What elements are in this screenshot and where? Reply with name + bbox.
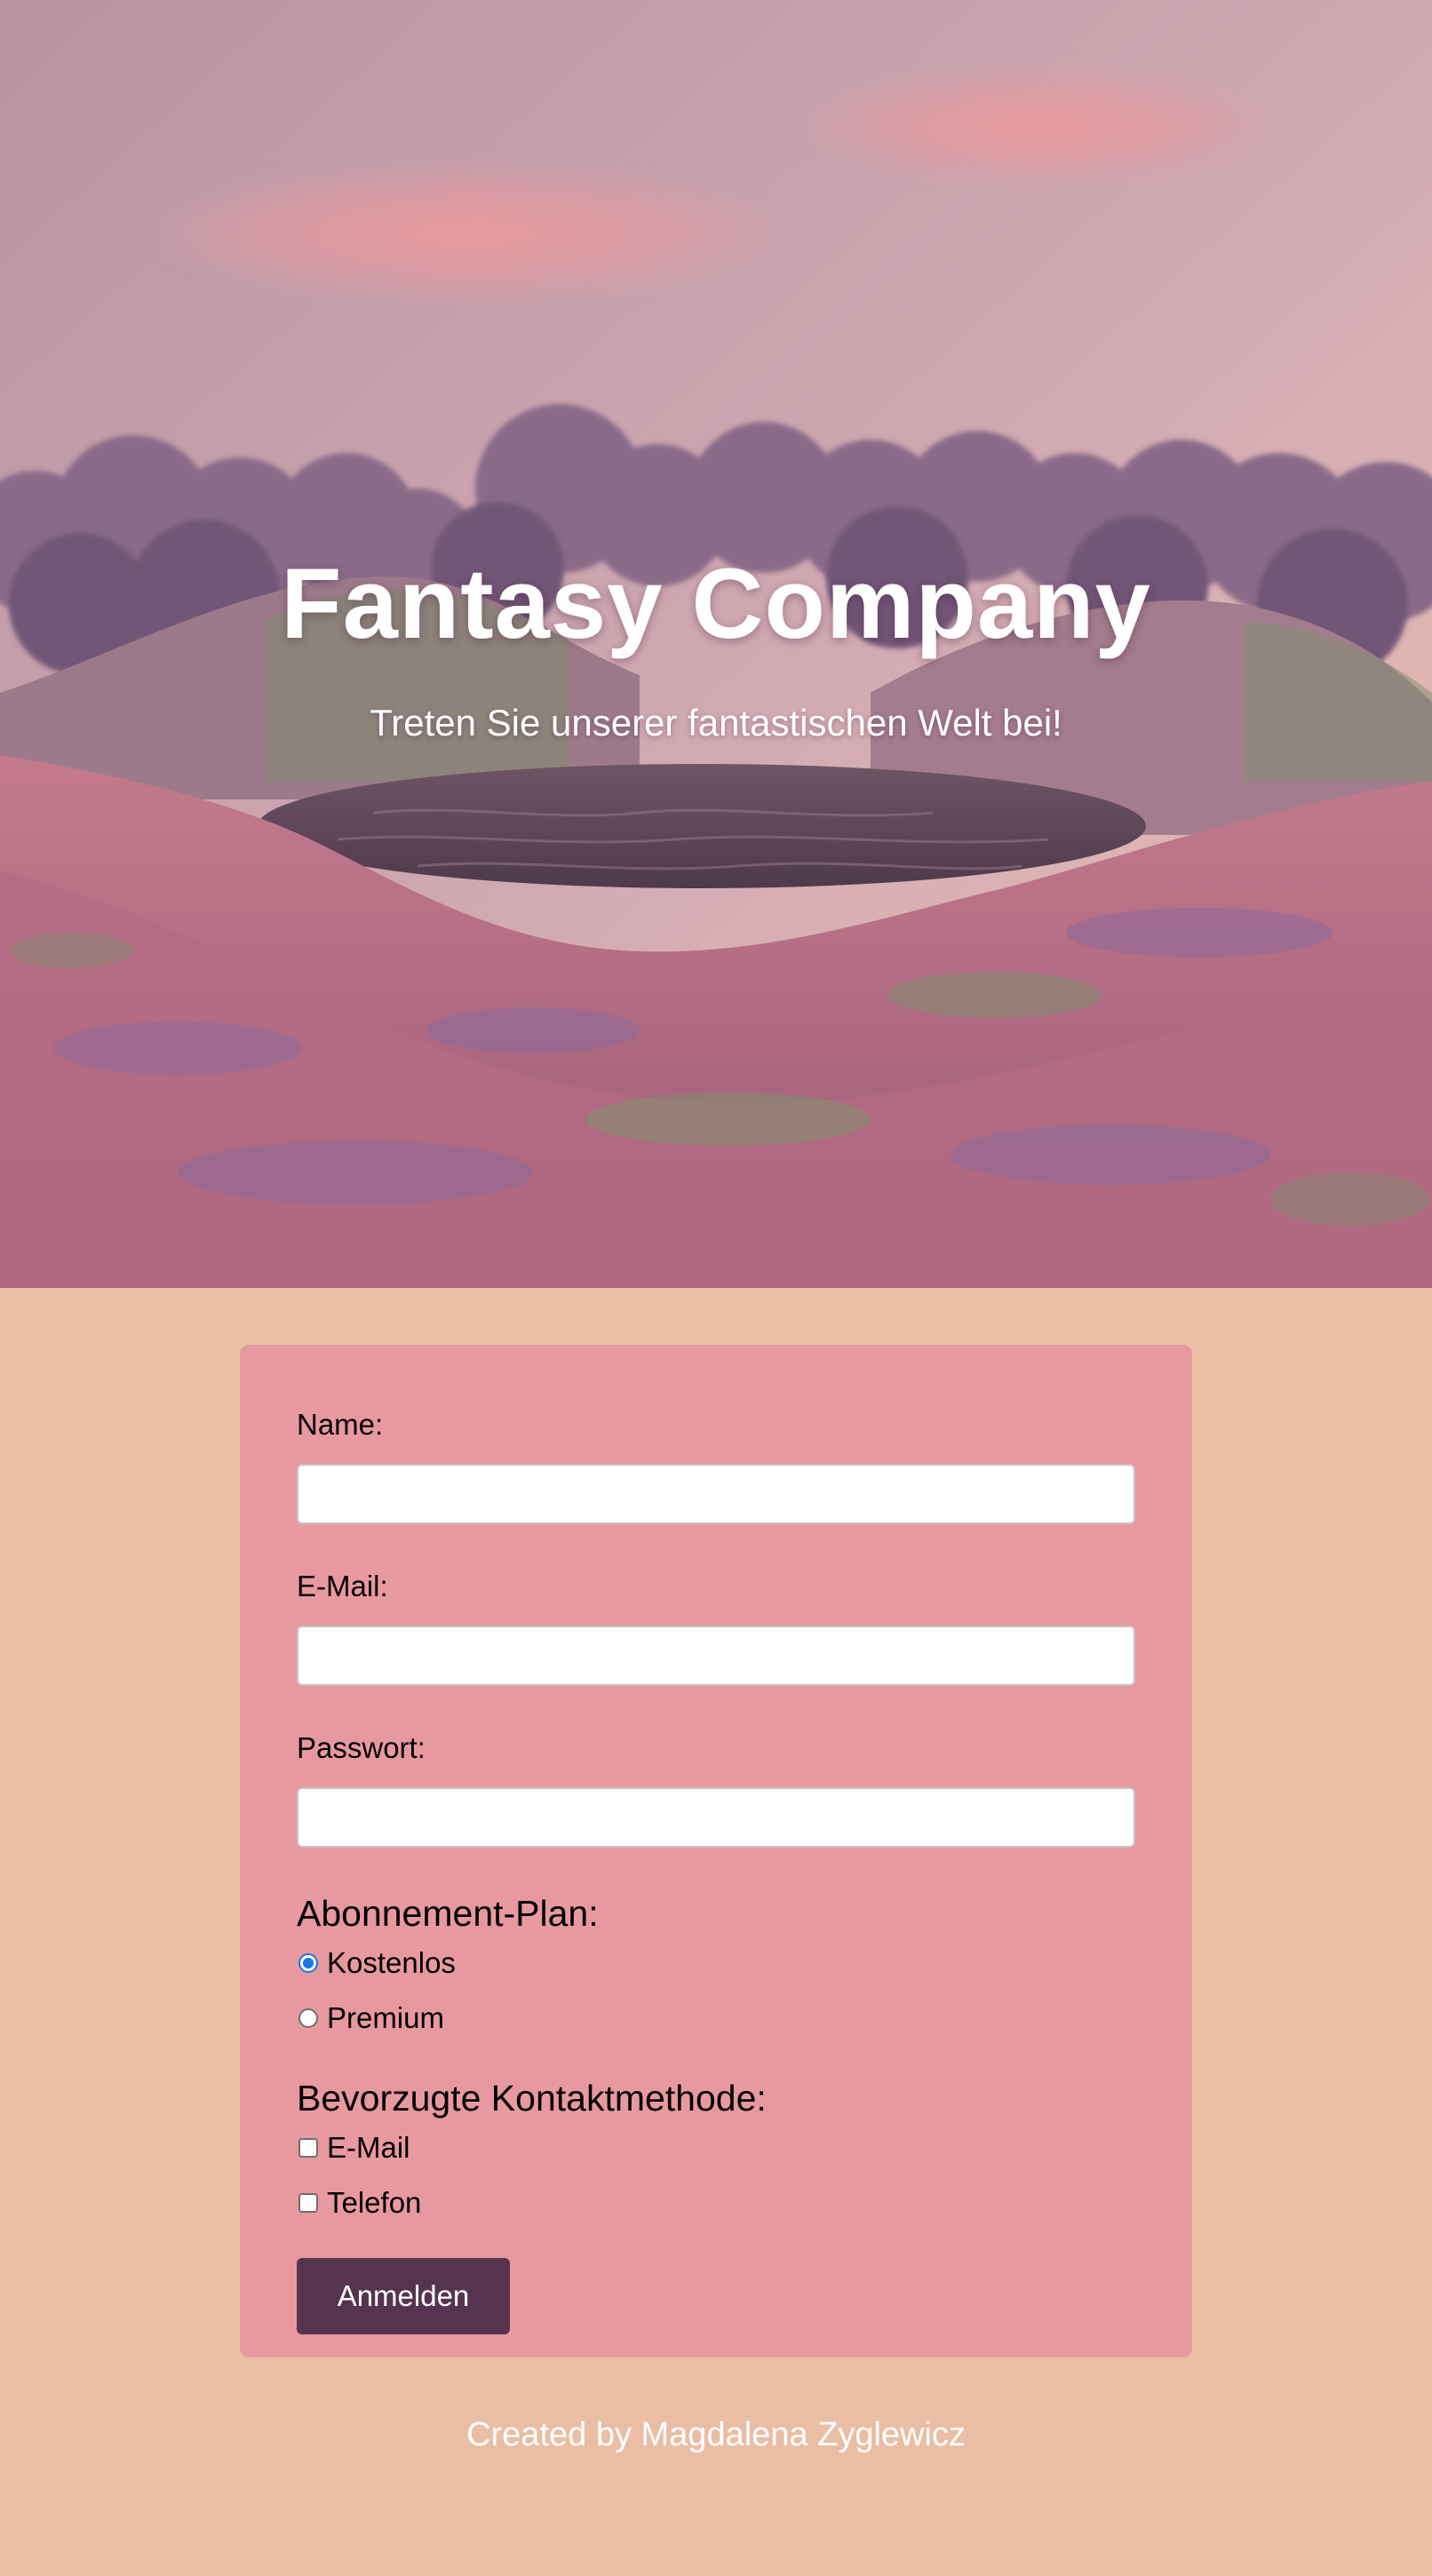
checkbox-phone[interactable] [298,2193,318,2213]
submit-button[interactable]: Anmelden [297,2258,510,2334]
signup-form: Name: E-Mail: Passwort: Abonnement-Plan:… [240,1345,1192,2357]
name-label: Name: [297,1408,384,1441]
password-input[interactable] [297,1787,1135,1848]
plan-option-premium[interactable]: Premium [297,1999,1135,2038]
plan-heading: Abonnement-Plan: [297,1893,599,1934]
email-label: E-Mail: [297,1570,388,1602]
contact-option-phone[interactable]: Telefon [297,2183,1135,2222]
contact-option-label: E-Mail [327,2131,410,2164]
plan-option-label: Kostenlos [327,1946,456,1979]
checkbox-email[interactable] [298,2138,318,2158]
contact-heading: Bevorzugte Kontaktmethode: [297,2078,767,2119]
contact-option-label: Telefon [327,2186,422,2219]
hero-banner: Fantasy Company Treten Sie unserer fanta… [0,0,1432,1288]
radio-free[interactable] [298,1953,318,1973]
footer-credit: Created by Magdalena Zyglewicz [466,2416,966,2453]
contact-group: Bevorzugte Kontaktmethode: E-Mail Telefo… [297,2077,1135,2222]
plan-group: Abonnement-Plan: Kostenlos Premium [297,1892,1135,2038]
contact-option-email[interactable]: E-Mail [297,2128,1135,2167]
radio-premium[interactable] [298,2008,318,2028]
plan-option-free[interactable]: Kostenlos [297,1944,1135,1983]
page-subtitle: Treten Sie unserer fantastischen Welt be… [370,702,1062,743]
plan-option-label: Premium [327,2001,445,2034]
password-label: Passwort: [297,1731,426,1764]
name-input[interactable] [297,1464,1135,1524]
email-input[interactable] [297,1626,1135,1686]
page-title: Fantasy Company [281,548,1151,659]
